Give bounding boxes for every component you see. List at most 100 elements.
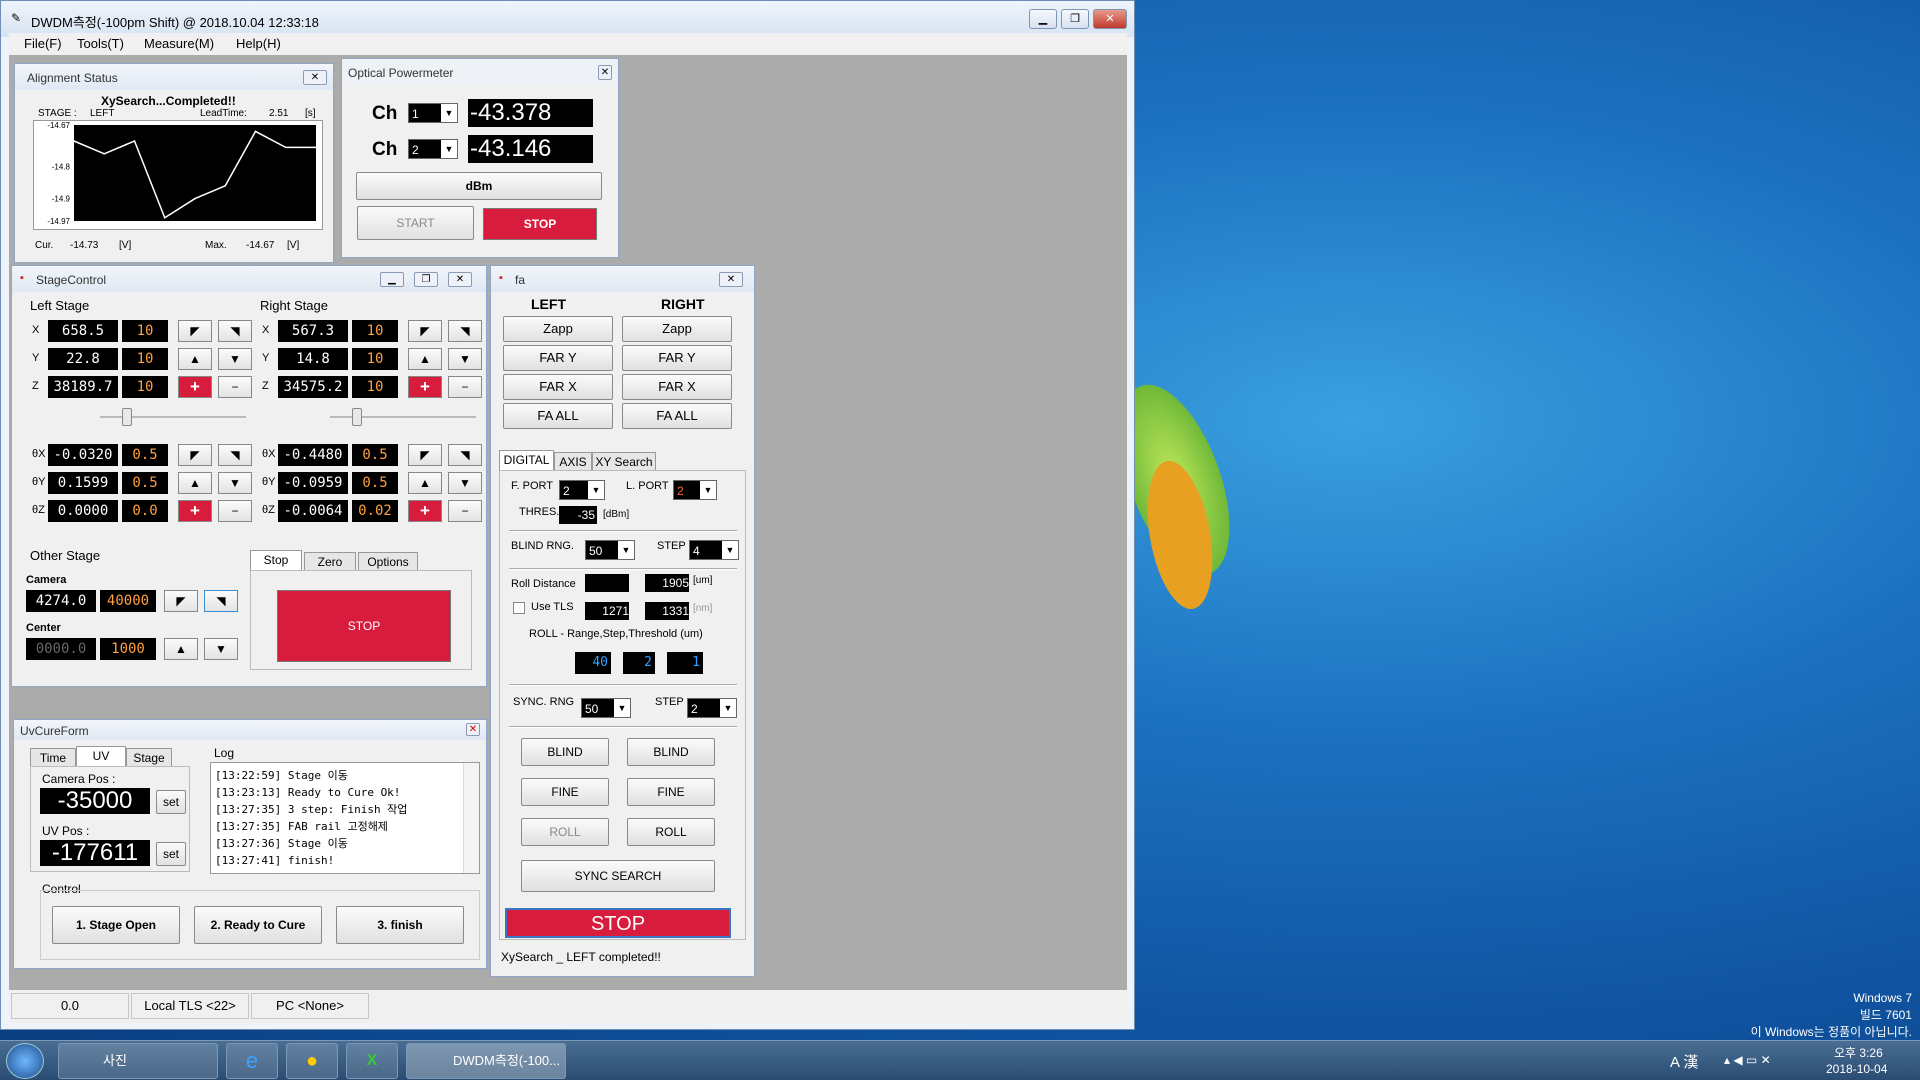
menu-help[interactable]: Help(H) xyxy=(236,36,281,51)
thres-value[interactable]: -35 xyxy=(559,506,597,524)
center-down-button[interactable]: ▼ xyxy=(204,638,238,660)
right-tx-minus-button[interactable]: ◤ xyxy=(408,444,442,466)
roll-range-value[interactable]: 40 xyxy=(575,652,611,674)
left-fine-button[interactable]: FINE xyxy=(521,778,609,806)
left-ty-step[interactable]: 0.5 xyxy=(122,472,168,494)
taskbar-excel-icon[interactable]: X xyxy=(346,1043,398,1079)
pm-stop-button[interactable]: STOP xyxy=(483,208,597,240)
right-blind-button[interactable]: BLIND xyxy=(627,738,715,766)
tab-stop[interactable]: Stop xyxy=(250,550,302,570)
sync-step-select[interactable]: 2 ▼ xyxy=(687,698,737,718)
stage-maximize-button[interactable]: ❐ xyxy=(414,272,438,287)
stage-open-button[interactable]: 1. Stage Open xyxy=(52,906,180,944)
left-far-x-button[interactable]: FAR X xyxy=(503,374,613,400)
right-ty-minus-button[interactable]: ▲ xyxy=(408,472,442,494)
left-y-step[interactable]: 10 xyxy=(122,348,168,370)
right-x-step[interactable]: 10 xyxy=(352,320,398,342)
clock-date[interactable]: 2018-10-04 xyxy=(1826,1062,1887,1076)
taskbar-dwdm-app[interactable]: DWDM측정(-100... xyxy=(406,1043,566,1079)
menu-file[interactable]: File(F) xyxy=(24,36,62,51)
taskbar-ie-icon[interactable]: e xyxy=(226,1043,278,1079)
log-textbox[interactable]: [13:22:59] Stage 이동 [13:23:13] Ready to C… xyxy=(210,762,480,874)
right-x-plus-button[interactable]: ◥ xyxy=(448,320,482,342)
uv-close-button[interactable]: ✕ xyxy=(466,723,480,736)
start-button[interactable] xyxy=(6,1043,44,1079)
left-tx-minus-button[interactable]: ◤ xyxy=(178,444,212,466)
taskbar-chrome-icon[interactable]: ● xyxy=(286,1043,338,1079)
camera-step[interactable]: 40000 xyxy=(100,590,156,612)
tab-digital[interactable]: DIGITAL xyxy=(499,450,554,470)
left-x-minus-button[interactable]: ◤ xyxy=(178,320,212,342)
sync-search-button[interactable]: SYNC SEARCH xyxy=(521,860,715,892)
ch1-select[interactable]: 1 ▼ xyxy=(408,103,458,123)
right-z-minus-button[interactable]: + xyxy=(408,376,442,398)
clock-time[interactable]: 오후 3:26 xyxy=(1834,1044,1883,1061)
right-z-step[interactable]: 10 xyxy=(352,376,398,398)
left-roll-button[interactable]: ROLL xyxy=(521,818,609,846)
pm-start-button[interactable]: START xyxy=(357,206,474,240)
left-slider-thumb[interactable] xyxy=(122,408,132,426)
roll-distance-value[interactable]: 1905 xyxy=(645,574,689,592)
left-tz-plus-button[interactable]: − xyxy=(218,500,252,522)
right-roll-button[interactable]: ROLL xyxy=(627,818,715,846)
menu-tools[interactable]: Tools(T) xyxy=(77,36,124,51)
left-y-plus-button[interactable]: ▼ xyxy=(218,348,252,370)
finish-button[interactable]: 3. finish xyxy=(336,906,464,944)
right-y-minus-button[interactable]: ▲ xyxy=(408,348,442,370)
tls-end-value[interactable]: 1331 xyxy=(645,602,689,620)
tab-xy-search[interactable]: XY Search xyxy=(592,452,656,472)
fa-close-button[interactable]: ✕ xyxy=(719,272,743,287)
blind-rng-select[interactable]: 50 ▼ xyxy=(585,540,635,560)
right-y-step[interactable]: 10 xyxy=(352,348,398,370)
left-tz-minus-button[interactable]: + xyxy=(178,500,212,522)
right-far-y-button[interactable]: FAR Y xyxy=(622,345,732,371)
stage-close-button[interactable]: ✕ xyxy=(448,272,472,287)
left-ty-plus-button[interactable]: ▼ xyxy=(218,472,252,494)
right-fine-button[interactable]: FINE xyxy=(627,778,715,806)
right-tx-step[interactable]: 0.5 xyxy=(352,444,398,466)
left-x-step[interactable]: 10 xyxy=(122,320,168,342)
right-far-x-button[interactable]: FAR X xyxy=(622,374,732,400)
uv-set-button[interactable]: set xyxy=(156,842,186,866)
left-x-plus-button[interactable]: ◥ xyxy=(218,320,252,342)
sync-rng-select[interactable]: 50 ▼ xyxy=(581,698,631,718)
ch2-select[interactable]: 2 ▼ xyxy=(408,139,458,159)
stage-stop-button[interactable]: STOP xyxy=(277,590,451,662)
roll-distance-blank[interactable] xyxy=(585,574,629,592)
right-ty-plus-button[interactable]: ▼ xyxy=(448,472,482,494)
left-z-plus-button[interactable]: − xyxy=(218,376,252,398)
left-tx-step[interactable]: 0.5 xyxy=(122,444,168,466)
left-zapp-button[interactable]: Zapp xyxy=(503,316,613,342)
right-tx-plus-button[interactable]: ◥ xyxy=(448,444,482,466)
center-up-button[interactable]: ▲ xyxy=(164,638,198,660)
fport-select[interactable]: 2 ▼ xyxy=(559,480,605,500)
use-tls-checkbox[interactable] xyxy=(513,602,525,614)
unit-button[interactable]: dBm xyxy=(356,172,602,200)
tab-axis[interactable]: AXIS xyxy=(554,452,592,472)
left-blind-button[interactable]: BLIND xyxy=(521,738,609,766)
right-y-plus-button[interactable]: ▼ xyxy=(448,348,482,370)
camera-move-left-button[interactable]: ◤ xyxy=(164,590,198,612)
right-slider-thumb[interactable] xyxy=(352,408,362,426)
roll-step-value[interactable]: 2 xyxy=(623,652,655,674)
menu-measure[interactable]: Measure(M) xyxy=(144,36,214,51)
left-fa-all-button[interactable]: FA ALL xyxy=(503,403,613,429)
tls-start-value[interactable]: 1271 xyxy=(585,602,629,620)
tab-zero[interactable]: Zero xyxy=(304,552,356,572)
right-ty-step[interactable]: 0.5 xyxy=(352,472,398,494)
fa-stop-button[interactable]: STOP xyxy=(505,908,731,938)
tab-stage[interactable]: Stage xyxy=(126,748,172,768)
left-z-step[interactable]: 10 xyxy=(122,376,168,398)
lport-select[interactable]: 2 ▼ xyxy=(673,480,717,500)
right-z-plus-button[interactable]: − xyxy=(448,376,482,398)
ime-indicator[interactable]: A 漢 xyxy=(1670,1051,1698,1072)
right-x-minus-button[interactable]: ◤ xyxy=(408,320,442,342)
tab-uv[interactable]: UV xyxy=(76,746,126,766)
alignment-close-button[interactable]: ✕ xyxy=(303,70,327,85)
camera-set-button[interactable]: set xyxy=(156,790,186,814)
left-z-minus-button[interactable]: + xyxy=(178,376,212,398)
log-scrollbar[interactable] xyxy=(463,763,479,873)
right-zapp-button[interactable]: Zapp xyxy=(622,316,732,342)
right-tz-minus-button[interactable]: + xyxy=(408,500,442,522)
left-ty-minus-button[interactable]: ▲ xyxy=(178,472,212,494)
